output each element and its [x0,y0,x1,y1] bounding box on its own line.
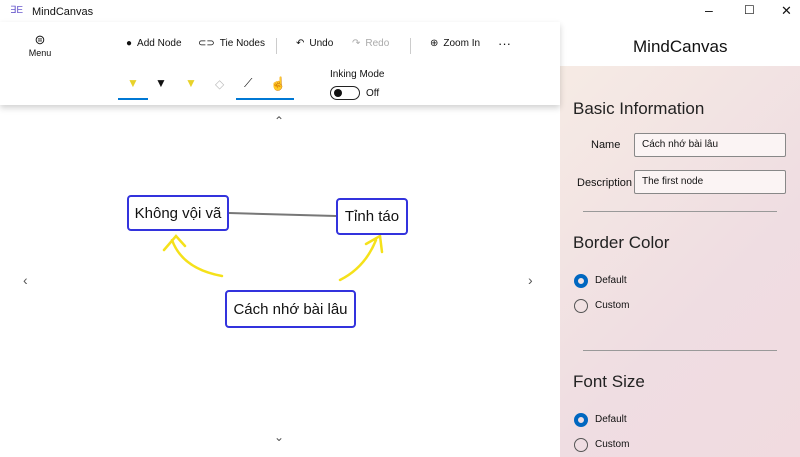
undo-label: Undo [309,38,334,49]
black-pen-icon[interactable]: ▼ [155,76,167,90]
highlighter-icon[interactable]: ▼ [185,76,197,90]
divider [410,38,411,54]
divider [583,350,777,351]
font-default-radio[interactable] [574,413,588,427]
border-color-heading: Border Color [573,233,670,252]
eraser-icon[interactable]: ◇ [215,77,224,91]
description-label: Description [577,177,633,189]
zoom-in-icon: ⊕ [430,38,439,49]
inking-mode-label: Inking Mode [330,69,385,80]
border-custom-radio[interactable] [574,299,588,313]
description-input[interactable]: The first node [634,170,786,194]
add-node-button[interactable]: ● Add Node [126,38,182,49]
undo-button[interactable]: ↶ Undo [296,38,333,49]
border-default-label: Default [595,275,627,286]
close-button[interactable]: ✕ [781,3,792,19]
panel-title: MindCanvas [633,37,728,56]
font-custom-radio[interactable] [574,438,588,452]
basic-info-heading: Basic Information [573,99,705,118]
name-label: Name [591,139,621,151]
link-icon: ⊂⊃ [198,38,215,49]
menu-label: Menu [28,48,52,58]
node-khong-voi-va[interactable]: Không vội vã [127,195,229,231]
add-node-label: Add Node [137,38,182,49]
minimize-button[interactable]: – [705,2,713,18]
dot-icon: ● [126,38,133,49]
divider [583,211,777,212]
node-tinh-tao[interactable]: Tỉnh táo [336,198,408,235]
border-custom-label: Custom [595,300,630,311]
font-default-label: Default [595,414,627,425]
redo-button[interactable]: ↷ Redo [352,38,389,49]
properties-panel: Basic Information Name Cách nhớ bài lâu … [560,66,800,457]
inking-state: Off [366,88,380,99]
tie-nodes-button[interactable]: ⊂⊃ Tie Nodes [198,38,265,49]
more-button[interactable]: ··· [498,36,511,51]
font-custom-label: Custom [595,439,630,450]
node-connection [228,212,337,217]
yellow-pen-icon[interactable]: ▼ [118,76,148,100]
border-default-radio[interactable] [574,274,588,288]
divider [276,38,277,54]
font-size-heading: Font Size [573,372,645,391]
tie-nodes-label: Tie Nodes [219,38,265,49]
zoom-in-button[interactable]: ⊕ Zoom In [430,38,480,49]
toolbar: ⊜ Menu ● Add Node ⊂⊃ Tie Nodes ↶ Undo ↷ Redo… [0,22,560,105]
undo-icon: ↶ [296,38,305,49]
menu-icon: ⊜ [34,32,46,47]
zoom-in-label: Zoom In [443,38,481,49]
maximize-button[interactable]: ☐ [744,3,755,17]
redo-label: Redo [365,38,390,49]
node-cach-nho-bai-lau[interactable]: Cách nhớ bài lâu [225,290,356,328]
inking-mode-toggle[interactable] [330,86,360,100]
ink-arrow-left [162,234,224,278]
menu-button[interactable]: ⊜ Menu [24,32,56,58]
name-input[interactable]: Cách nhớ bài lâu [634,133,786,157]
touch-writing-icon[interactable]: ☝ [270,76,286,92]
ink-arrow-right [338,233,384,282]
redo-icon: ↷ [352,38,361,49]
